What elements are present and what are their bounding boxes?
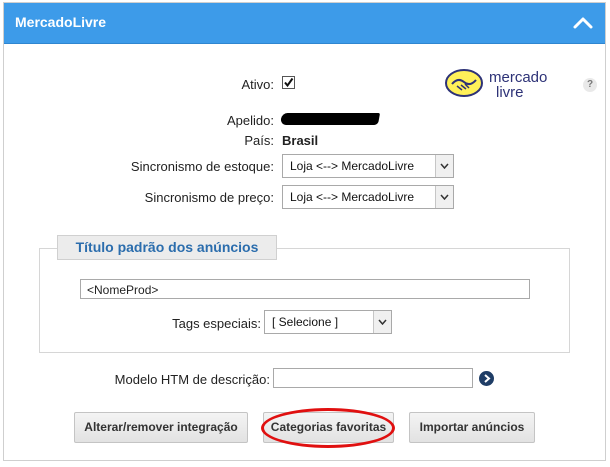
titulo-fieldset [39, 248, 570, 353]
apelido-label: Apelido: [227, 113, 274, 128]
pais-label: País: [244, 133, 274, 148]
modelo-input[interactable] [273, 368, 473, 388]
modelo-label: Modelo HTM de descrição: [114, 372, 270, 387]
estoque-select-value: Loja <--> MercadoLivre [290, 159, 415, 173]
tags-select-value: [ Selecione ] [272, 315, 339, 329]
chevron-down-icon[interactable] [373, 311, 391, 333]
panel-title: MercadoLivre [15, 14, 107, 30]
apelido-redacted-value [279, 113, 381, 125]
ativo-label: Ativo: [241, 77, 274, 92]
checkmark-icon [284, 77, 294, 88]
preco-label: Sincronismo de preço: [144, 190, 274, 205]
estoque-label: Sincronismo de estoque: [130, 159, 274, 174]
chevron-up-icon[interactable] [571, 11, 595, 35]
alterar-integracao-button[interactable]: Alterar/remover integração [74, 412, 248, 443]
tags-label: Tags especiais: [172, 316, 261, 331]
help-icon[interactable]: ? [583, 78, 597, 92]
chevron-down-icon[interactable] [435, 186, 453, 208]
categorias-favoritas-button[interactable]: Categorias favoritas [263, 412, 394, 443]
titulo-input-value: <NomeProd> [87, 283, 159, 297]
logo-text-livre: livre [496, 84, 524, 101]
chevron-down-icon[interactable] [435, 155, 453, 177]
estoque-select[interactable]: Loja <--> MercadoLivre [282, 154, 454, 178]
importar-anuncios-button[interactable]: Importar anúncios [409, 412, 535, 443]
ativo-checkbox[interactable] [282, 76, 295, 89]
mercadolivre-logo: mercado livre [444, 67, 564, 101]
panel-header[interactable]: MercadoLivre [4, 3, 605, 44]
titulo-input[interactable]: <NomeProd> [80, 279, 530, 299]
arrow-right-icon[interactable] [479, 371, 494, 386]
pais-value: Brasil [282, 133, 319, 148]
tags-select[interactable]: [ Selecione ] [264, 310, 392, 334]
titulo-legend: Título padrão dos anúncios [57, 235, 277, 260]
preco-select[interactable]: Loja <--> MercadoLivre [282, 185, 454, 209]
preco-select-value: Loja <--> MercadoLivre [290, 190, 415, 204]
